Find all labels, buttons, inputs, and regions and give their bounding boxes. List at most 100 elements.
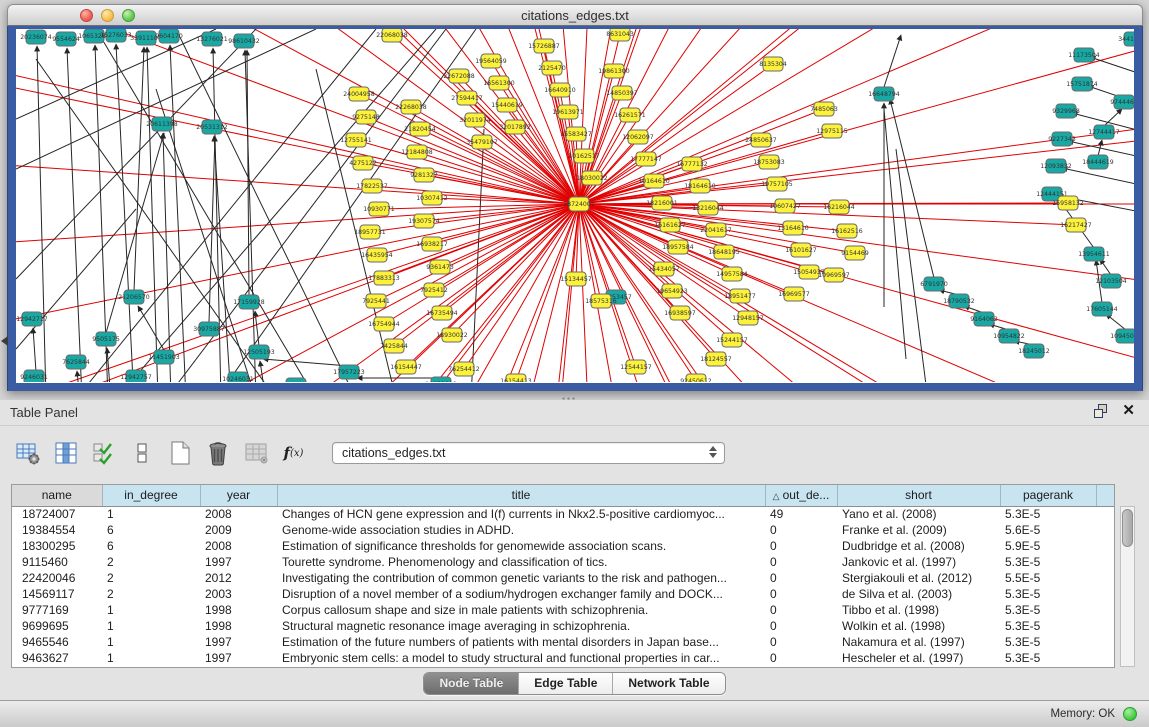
network-node[interactable]: 92450612 <box>680 374 712 382</box>
tab-node-table[interactable]: Node Table <box>424 673 519 694</box>
minimize-window-button[interactable] <box>101 9 114 22</box>
table-cell[interactable]: Investigating the contribution of common… <box>277 570 765 586</box>
scrollbar-thumb[interactable] <box>1122 509 1133 547</box>
network-node[interactable]: 17159928 <box>233 295 265 309</box>
table-cell[interactable]: 6 <box>102 538 200 554</box>
network-node[interactable]: 16162516 <box>831 224 863 238</box>
table-cell[interactable]: 18724007 <box>12 506 102 522</box>
table-cell[interactable]: 2 <box>102 554 200 570</box>
show-columns-icon[interactable] <box>52 440 79 467</box>
network-node[interactable]: 22268038 <box>395 100 427 114</box>
table-cell[interactable]: 14569117 <box>12 586 102 602</box>
table-row[interactable]: 911546021997Tourette syndrome. Phenomeno… <box>12 554 1115 570</box>
network-node[interactable]: 9275148 <box>352 110 380 124</box>
table-cell[interactable]: Changes of HCN gene expression and I(f) … <box>277 506 765 522</box>
table-cell[interactable]: 2 <box>102 570 200 586</box>
network-node[interactable]: 12755141 <box>340 133 372 147</box>
table-cell[interactable]: 1997 <box>200 634 277 650</box>
table-cell[interactable]: 0 <box>765 554 837 570</box>
table-row[interactable]: 1830029562008Estimation of significance … <box>12 538 1115 554</box>
network-node[interactable]: 9604170 <box>155 29 183 43</box>
table-cell[interactable]: Stergiakouli et al. (2012) <box>837 570 1000 586</box>
table-cell[interactable]: 0 <box>765 522 837 538</box>
network-node[interactable]: 16561300 <box>483 76 515 90</box>
network-node[interactable]: 30975887 <box>193 322 225 336</box>
delete-table-icon[interactable] <box>242 440 269 467</box>
network-node[interactable]: 20531312 <box>196 120 228 134</box>
table-row[interactable]: 977716911998Corpus callosum shape and si… <box>12 602 1115 618</box>
table-cell[interactable]: Yano et al. (2008) <box>837 506 1000 522</box>
table-cell[interactable]: Jankovic et al. (1997) <box>837 554 1000 570</box>
table-cell[interactable]: 1 <box>102 650 200 666</box>
network-node[interactable]: 9246031 <box>20 370 48 382</box>
network-node[interactable]: 18753083 <box>753 155 785 169</box>
west-panel-collapse-arrow-icon[interactable] <box>1 336 8 346</box>
network-node[interactable]: 13954611 <box>1078 247 1110 261</box>
network-node[interactable]: 10954822 <box>993 329 1025 343</box>
table-cell[interactable]: Genome-wide association studies in ADHD. <box>277 522 765 538</box>
table-vertical-scrollbar[interactable] <box>1120 506 1135 667</box>
table-cell[interactable]: Tibbo et al. (1998) <box>837 602 1000 618</box>
column-icon[interactable] <box>128 440 155 467</box>
table-row[interactable]: 946554611997Estimation of the future num… <box>12 634 1115 650</box>
network-node[interactable]: 12544157 <box>620 360 652 374</box>
table-cell[interactable]: 5.9E-5 <box>1000 538 1096 554</box>
function-builder-icon[interactable]: f(x) <box>280 440 307 467</box>
table-cell[interactable]: 2009 <box>200 522 277 538</box>
network-node[interactable]: 16217427 <box>1060 218 1092 232</box>
table-cell[interactable]: 5.3E-5 <box>1000 586 1096 602</box>
table-cell[interactable]: 9777169 <box>12 602 102 618</box>
network-node[interactable]: 12093832 <box>1040 159 1072 173</box>
table-cell[interactable]: 9465546 <box>12 634 102 650</box>
network-node[interactable]: 76254412 <box>448 362 480 376</box>
column-header-in_degree[interactable]: in_degree <box>102 485 200 506</box>
table-cell[interactable]: 1 <box>102 506 200 522</box>
network-node[interactable]: 15134457 <box>560 272 592 286</box>
network-node[interactable]: 9164062 <box>970 312 998 326</box>
row-selection-icon[interactable] <box>90 440 117 467</box>
network-node[interactable]: 35479107 <box>466 135 498 149</box>
network-node[interactable]: 16154413 <box>500 374 532 382</box>
network-node[interactable]: 15440619 <box>491 98 523 112</box>
network-node[interactable]: 18957731 <box>354 225 386 239</box>
column-header-name[interactable]: name <box>12 485 102 506</box>
column-header-pagerank[interactable]: pagerank <box>1000 485 1096 506</box>
table-cell[interactable]: Disruption of a novel member of a sodium… <box>277 586 765 602</box>
table-cell[interactable]: 0 <box>765 586 837 602</box>
table-cell[interactable]: 5.3E-5 <box>1000 602 1096 618</box>
column-header-title[interactable]: title <box>277 485 765 506</box>
network-node[interactable]: 7425844 <box>380 339 408 353</box>
network-node[interactable]: 11173504 <box>1068 48 1100 62</box>
table-cell[interactable]: 5.6E-5 <box>1000 522 1096 538</box>
delete-column-icon[interactable] <box>204 440 231 467</box>
network-node[interactable]: 8631043 <box>606 29 634 41</box>
network-node[interactable]: 16648794 <box>868 87 900 101</box>
network-node[interactable]: 7925441 <box>362 294 390 308</box>
network-node[interactable]: 24850637 <box>745 133 777 147</box>
network-node[interactable]: 13216044 <box>692 201 724 215</box>
table-cell[interactable]: 2 <box>102 586 200 602</box>
close-window-button[interactable] <box>80 9 93 22</box>
network-node[interactable]: 13164610 <box>777 221 809 235</box>
network-node[interactable]: 19861300 <box>598 64 630 78</box>
network-node[interactable]: 7625844 <box>62 355 90 369</box>
table-row[interactable]: 2242004622012Investigating the contribut… <box>12 570 1115 586</box>
column-header-year[interactable]: year <box>200 485 277 506</box>
network-node[interactable]: 12942717 <box>16 312 48 326</box>
table-cell[interactable]: de Silva et al. (2003) <box>837 586 1000 602</box>
table-cell[interactable]: Dudbridge et al. (2008) <box>837 538 1000 554</box>
table-cell[interactable]: 0 <box>765 618 837 634</box>
network-graph-svg[interactable]: 2023607495546241065328715276033339111049… <box>16 29 1134 382</box>
network-node[interactable]: 20236074 <box>20 30 52 44</box>
network-table-select[interactable]: citations_edges.txt <box>332 442 725 464</box>
tab-edge-table[interactable]: Edge Table <box>519 673 613 694</box>
table-row[interactable]: 1938455462009Genome-wide association stu… <box>12 522 1115 538</box>
network-node[interactable]: 7485063 <box>810 102 838 116</box>
network-node[interactable]: 18124557 <box>700 352 732 366</box>
float-panel-icon[interactable] <box>1094 404 1108 418</box>
table-cell[interactable]: 5.3E-5 <box>1000 506 1096 522</box>
table-row[interactable]: 1872400712008Changes of HCN gene express… <box>12 506 1115 522</box>
network-node[interactable]: 4275122 <box>349 156 377 170</box>
network-node[interactable]: 9361473 <box>426 260 454 274</box>
table-cell[interactable]: 0 <box>765 650 837 666</box>
